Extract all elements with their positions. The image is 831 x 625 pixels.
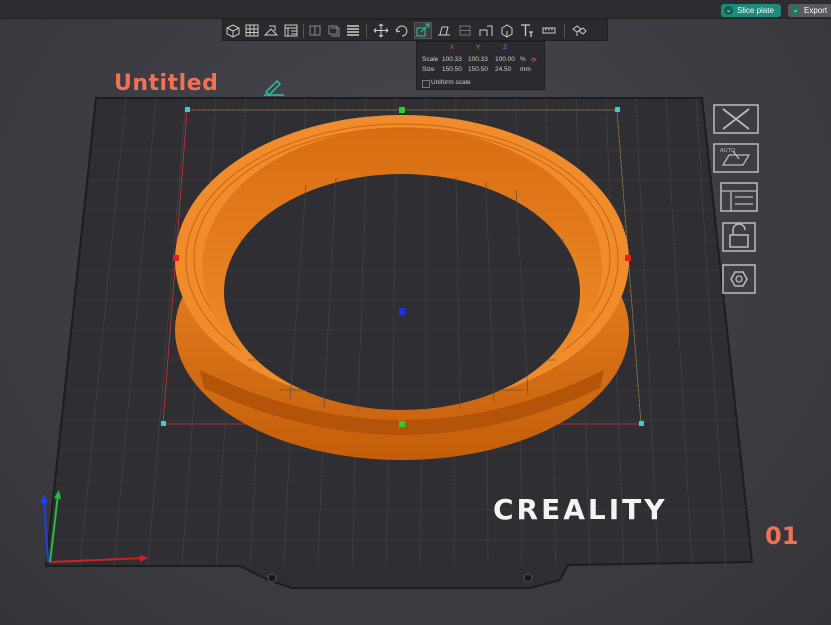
plate-settings-button[interactable]: [713, 264, 759, 294]
scale-handle[interactable]: [161, 421, 166, 426]
delete-plate-button[interactable]: [713, 104, 759, 134]
scale-handle-x[interactable]: [625, 255, 631, 261]
scale-handle[interactable]: [639, 421, 644, 426]
plate-hole: [267, 573, 277, 583]
plate-brand-logo: CREALITY: [493, 493, 668, 526]
plate-hole: [523, 573, 533, 583]
axis-z-arrow: [40, 494, 48, 503]
scale-handle-y[interactable]: [399, 107, 405, 113]
lock-plate-button[interactable]: [713, 222, 759, 252]
plate-number[interactable]: 01: [765, 522, 798, 550]
scale-handle-z[interactable]: [399, 308, 405, 315]
scale-handle[interactable]: [615, 107, 620, 112]
plate-layout-button[interactable]: [713, 182, 759, 212]
build-plate-view[interactable]: [0, 0, 831, 625]
auto-arrange-button[interactable]: AUTO: [713, 143, 759, 173]
scale-handle-x[interactable]: [173, 255, 179, 261]
scale-handle-y[interactable]: [399, 421, 405, 427]
scale-handle[interactable]: [185, 107, 190, 112]
axis-z: [43, 499, 49, 563]
